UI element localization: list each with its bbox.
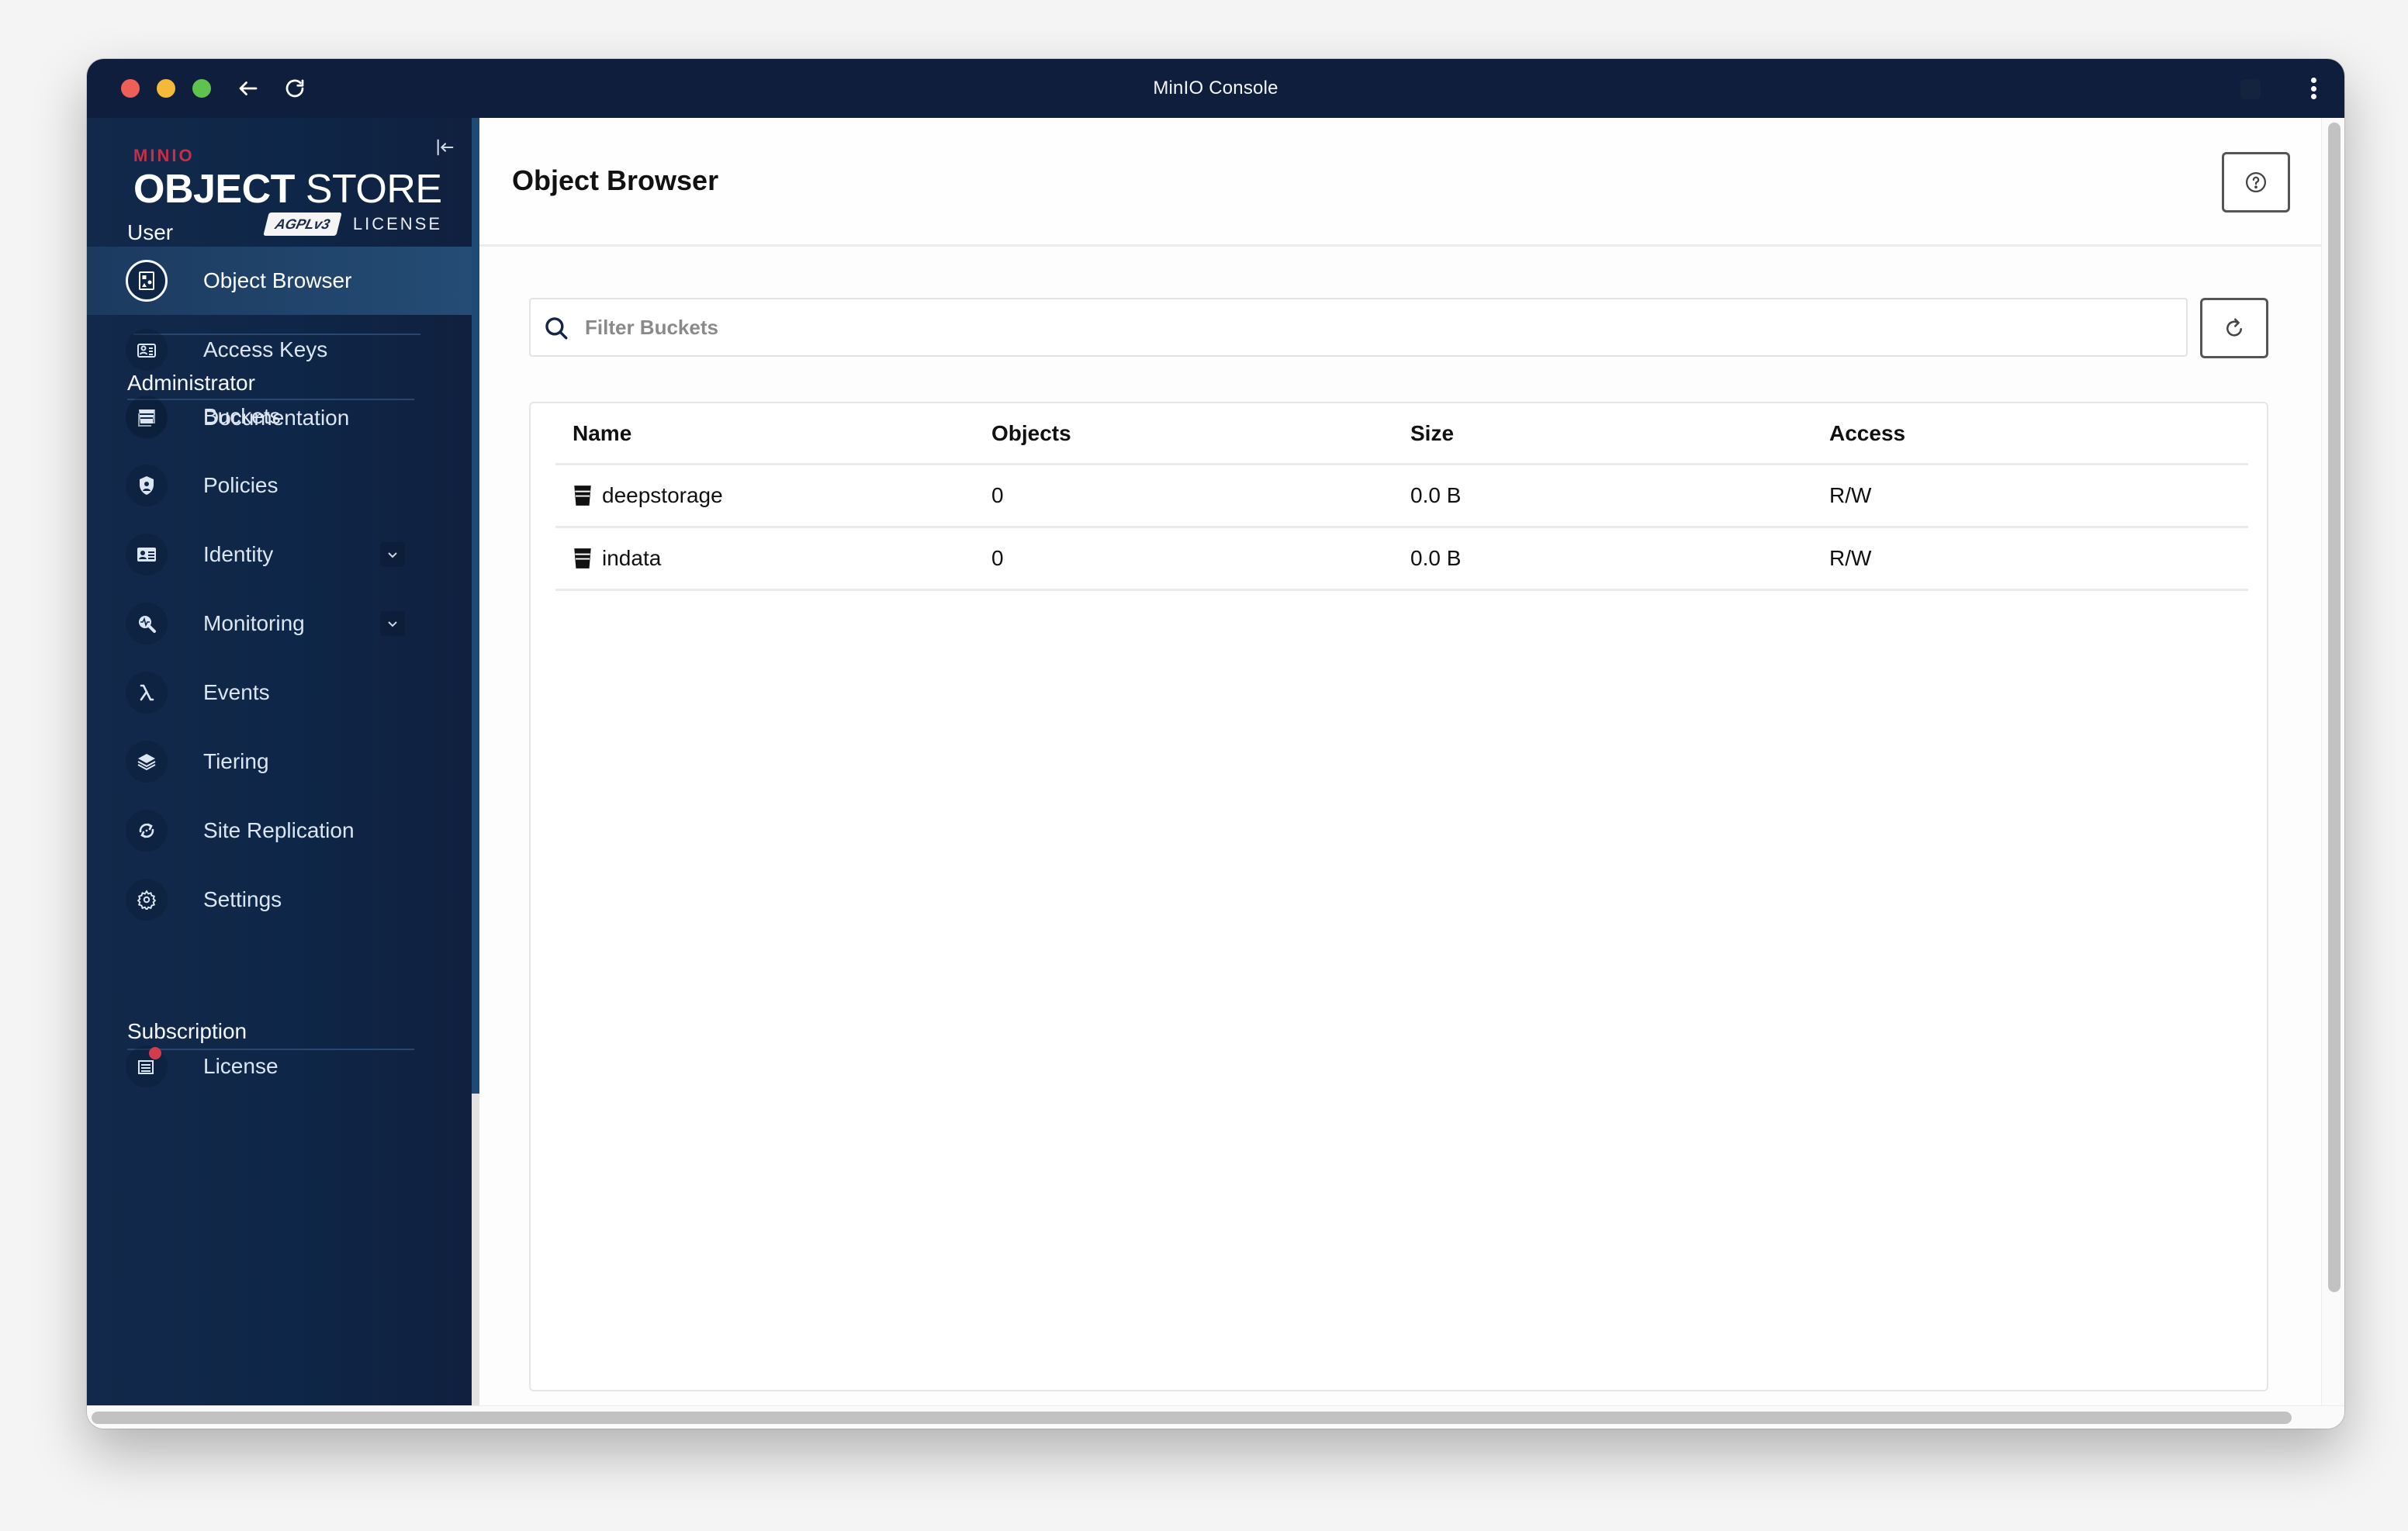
lambda-icon (126, 672, 168, 714)
kebab-dot-icon (2310, 94, 2316, 99)
bucket-objects-cell: 0 (991, 483, 1004, 507)
bucket-icon (573, 547, 593, 570)
sidebar-item-license[interactable]: License (87, 1032, 472, 1101)
bucket-access-cell: R/W (1829, 483, 1872, 507)
more-options-button[interactable] (2304, 74, 2323, 102)
license-icon (126, 1045, 168, 1087)
layers-icon (126, 741, 168, 783)
sidebar-item-site-replication[interactable]: Site Replication (87, 797, 472, 865)
logo-product-bold: OBJECT (133, 167, 295, 212)
title-bar: MinIO Console (87, 59, 2344, 118)
sidebar-item-label: Settings (203, 887, 282, 911)
expand-monitoring-button[interactable] (380, 611, 405, 636)
sidebar-item-label: Monitoring (203, 611, 305, 635)
extension-icon[interactable] (2240, 79, 2261, 99)
search-icon (545, 317, 568, 340)
kebab-dot-icon (2310, 85, 2316, 92)
sidebar-scrollbar-thumb[interactable] (472, 118, 479, 1094)
license-label: LICENSE (352, 214, 442, 233)
vertical-scrollbar[interactable] (2321, 118, 2344, 1405)
column-header-access[interactable]: Access (1829, 403, 1905, 463)
identity-card-icon (126, 534, 168, 575)
logo-product: OBJECT STORE (133, 169, 444, 209)
sidebar-item-tiering[interactable]: Tiering (87, 727, 472, 796)
bucket-access-cell: R/W (1829, 546, 1872, 570)
chevron-down-icon (388, 621, 397, 627)
bucket-size-cell: 0.0 B (1410, 483, 1462, 507)
sidebar-item-buckets[interactable]: Buckets (87, 382, 472, 451)
window-title: MinIO Console (1153, 78, 1278, 98)
bucket-name-cell: indata (573, 528, 661, 589)
chevron-down-icon (388, 552, 397, 558)
logo-brand: MINIO (133, 146, 195, 165)
minio-logo: MINIO OBJECT STORE AGPLv3 LICENSE (133, 146, 444, 236)
filter-buckets-field[interactable] (529, 298, 2188, 357)
sidebar-item-events[interactable]: Events (87, 658, 472, 727)
bucket-size-cell: 0.0 B (1410, 546, 1462, 570)
sidebar-item-label: Events (203, 680, 270, 704)
logo-product-light: STORE (305, 167, 442, 212)
main-content: Object Browser Name Objects Size Access (479, 118, 2321, 1405)
sidebar-item-settings[interactable]: Settings (87, 866, 472, 934)
refresh-icon (2226, 318, 2242, 337)
bucket-objects-cell: 0 (991, 546, 1004, 570)
sidebar-item-label: Site Replication (203, 818, 355, 842)
page-title: Object Browser (512, 164, 719, 196)
filter-buckets-input[interactable] (585, 299, 2168, 355)
bucket-icon (126, 396, 168, 437)
browser-window: MinIO Console MINIO OBJECT STORE AGPLv3 … (87, 59, 2344, 1429)
table-row[interactable]: indata 0 0.0 B R/W (555, 528, 2248, 591)
help-button[interactable] (2222, 152, 2290, 213)
table-header-row: Name Objects Size Access (555, 403, 2248, 465)
bucket-name[interactable]: deepstorage (602, 483, 723, 508)
sidebar-item-object-browser[interactable]: Object Browser (87, 247, 472, 315)
buckets-table-card: Name Objects Size Access deepstorage 0 0… (529, 402, 2268, 1391)
column-header-objects[interactable]: Objects (991, 403, 1071, 463)
bucket-name[interactable]: indata (602, 546, 661, 571)
sidebar-item-policies[interactable]: Policies (87, 451, 472, 520)
sidebar-item-label: Buckets (203, 404, 281, 428)
sidebar-item-label: Policies (203, 473, 279, 497)
horizontal-scrollbar[interactable] (87, 1405, 2344, 1429)
section-label-user: User (127, 220, 174, 244)
help-circle-icon (2246, 172, 2266, 192)
table-row[interactable]: deepstorage 0 0.0 B R/W (555, 465, 2248, 528)
vertical-scrollbar-thumb[interactable] (2328, 123, 2341, 1292)
sidebar-item-label: Identity (203, 542, 274, 566)
monitoring-search-icon (126, 603, 168, 645)
bucket-icon (573, 484, 593, 507)
kebab-dot-icon (2310, 78, 2316, 83)
policies-shield-icon (126, 465, 168, 506)
sidebar-item-label: License (203, 1054, 279, 1078)
column-header-name[interactable]: Name (573, 403, 631, 463)
sidebar-item-label: Object Browser (203, 268, 352, 292)
agpl-badge: AGPLv3 (263, 213, 342, 236)
access-keys-icon (126, 329, 168, 371)
refresh-button[interactable] (2200, 298, 2268, 358)
sidebar-item-identity[interactable]: Identity (87, 520, 472, 589)
gear-icon (126, 879, 168, 921)
page-header: Object Browser (479, 118, 2321, 247)
sidebar: MINIO OBJECT STORE AGPLv3 LICENSE User O… (87, 118, 472, 1405)
expand-identity-button[interactable] (380, 542, 405, 567)
notification-dot (149, 1047, 161, 1059)
sidebar-item-monitoring[interactable]: Monitoring (87, 589, 472, 658)
buckets-table: Name Objects Size Access deepstorage 0 0… (555, 403, 2248, 591)
sidebar-item-label: Access Keys (203, 337, 328, 361)
logo-license: AGPLv3 LICENSE (133, 213, 444, 236)
sidebar-scrollbar[interactable] (472, 118, 479, 1405)
sidebar-item-label: Tiering (203, 749, 269, 773)
horizontal-scrollbar-thumb[interactable] (92, 1412, 2292, 1424)
column-header-size[interactable]: Size (1410, 403, 1454, 463)
object-browser-icon (126, 260, 168, 302)
bucket-name-cell: deepstorage (573, 465, 723, 526)
sync-icon (126, 810, 168, 852)
